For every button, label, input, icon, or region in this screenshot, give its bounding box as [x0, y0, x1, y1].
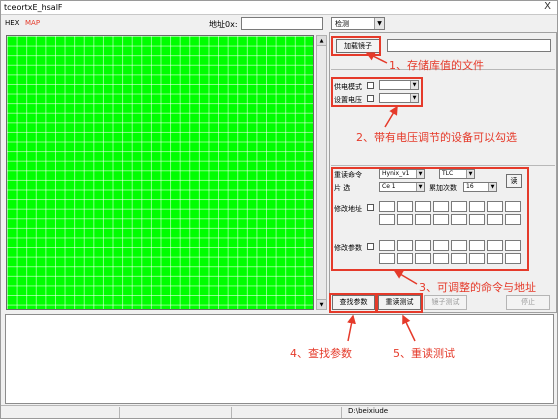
annotation-note-5: 5、重读测试: [393, 347, 455, 360]
annotation-note-1: 1、存储库值的文件: [389, 59, 484, 72]
status-divider: [119, 407, 120, 418]
modify-address-checkbox[interactable]: [367, 204, 374, 211]
modify-param-checkbox[interactable]: [367, 243, 374, 250]
accumulate-count-select[interactable]: 16 ▼: [463, 182, 497, 192]
modify-address-byte-input[interactable]: [397, 201, 413, 212]
modify-address-byte-input[interactable]: [505, 201, 521, 212]
block-map-grid[interactable]: [6, 35, 314, 310]
hex-mode-label[interactable]: HEX: [5, 19, 19, 27]
address-label: 地址0x:: [209, 20, 238, 29]
set-voltage-label: 设置电压: [334, 96, 362, 104]
modify-address-byte-input[interactable]: [379, 201, 395, 212]
app-window: tceortxE_hsalF X HEX MAP 地址0x: 检测 ▼ ▲ ▼ …: [0, 0, 558, 419]
supply-mode-label: 供电模式: [334, 83, 362, 91]
scroll-down-icon[interactable]: ▼: [317, 299, 326, 309]
modify-param-byte-input[interactable]: [469, 253, 485, 264]
reread-command-select[interactable]: Hynix_v1 ▼: [379, 169, 425, 179]
chip-select[interactable]: Ce 1 ▼: [379, 182, 425, 192]
load-mirror-button[interactable]: 加载镜子: [336, 39, 380, 53]
set-voltage-checkbox[interactable]: [367, 95, 374, 102]
modify-param-byte-input[interactable]: [505, 253, 521, 264]
modify-address-byte-input[interactable]: [451, 214, 467, 225]
detect-select-value: 检测: [335, 20, 349, 28]
find-param-button[interactable]: 查找参数: [332, 295, 375, 310]
modify-param-byte-input[interactable]: [505, 240, 521, 251]
title-bar: tceortxE_hsalF X: [1, 1, 557, 15]
address-input[interactable]: [241, 17, 323, 30]
chevron-down-icon[interactable]: ▼: [374, 18, 384, 29]
reread-command-value: Hynix_v1: [382, 170, 410, 177]
modify-address-byte-input[interactable]: [505, 214, 521, 225]
reread-test-button[interactable]: 重读测试: [378, 295, 421, 310]
load-path-input[interactable]: [387, 39, 551, 52]
chevron-down-icon[interactable]: ▼: [416, 170, 424, 178]
reread-command-label: 重读命令: [334, 171, 362, 179]
modify-address-byte-input[interactable]: [415, 214, 431, 225]
chip-select-label: 片 选: [334, 184, 351, 192]
stop-button[interactable]: 停止: [506, 295, 550, 310]
chevron-down-icon[interactable]: ▼: [416, 183, 424, 191]
scroll-up-icon[interactable]: ▲: [317, 36, 326, 46]
modify-param-byte-input[interactable]: [397, 240, 413, 251]
read-button[interactable]: 读: [506, 174, 522, 188]
chevron-down-icon[interactable]: ▼: [410, 94, 418, 102]
cell-type-value: TLC: [442, 170, 454, 177]
modify-param-byte-input[interactable]: [469, 240, 485, 251]
modify-address-byte-input[interactable]: [469, 214, 485, 225]
accumulate-count-label: 累加次数: [429, 184, 457, 192]
annotation-note-4: 4、查找参数: [290, 347, 352, 360]
modify-param-byte-input[interactable]: [379, 240, 395, 251]
chevron-down-icon[interactable]: ▼: [410, 81, 418, 89]
supply-mode-checkbox[interactable]: [367, 82, 374, 89]
modify-param-byte-input[interactable]: [379, 253, 395, 264]
cell-type-select[interactable]: TLC ▼: [439, 169, 475, 179]
map-mode-label[interactable]: MAP: [25, 19, 40, 27]
mirror-test-button[interactable]: 镜子测试: [424, 295, 467, 310]
supply-mode-select[interactable]: ▼: [379, 80, 419, 90]
modify-address-byte-input[interactable]: [451, 201, 467, 212]
status-path: D:\beixiude: [348, 407, 389, 415]
window-title: tceortxE_hsalF: [4, 3, 63, 12]
modify-address-label: 修改地址: [334, 205, 362, 213]
close-icon[interactable]: X: [544, 1, 551, 12]
modify-address-byte-input[interactable]: [379, 214, 395, 225]
modify-address-byte-input[interactable]: [433, 201, 449, 212]
modify-param-byte-input[interactable]: [451, 240, 467, 251]
annotation-note-3: 3、可调整的命令与地址: [419, 281, 536, 294]
modify-address-byte-input[interactable]: [433, 214, 449, 225]
set-voltage-select[interactable]: ▼: [379, 93, 419, 103]
modify-param-byte-input[interactable]: [451, 253, 467, 264]
modify-param-byte-input[interactable]: [433, 253, 449, 264]
modify-param-byte-input[interactable]: [397, 253, 413, 264]
separator: [331, 165, 555, 166]
status-divider: [231, 407, 232, 418]
vertical-scrollbar[interactable]: ▲ ▼: [316, 35, 327, 310]
modify-address-byte-input[interactable]: [397, 214, 413, 225]
toolbar: HEX MAP 地址0x: 检测 ▼: [1, 16, 557, 33]
status-bar: D:\beixiude: [1, 405, 557, 418]
modify-param-byte-input[interactable]: [433, 240, 449, 251]
chevron-down-icon[interactable]: ▼: [466, 170, 474, 178]
log-output-area[interactable]: [5, 314, 554, 404]
modify-address-byte-input[interactable]: [469, 201, 485, 212]
modify-param-byte-input[interactable]: [487, 253, 503, 264]
annotation-note-2: 2、带有电压调节的设备可以勾选: [356, 131, 517, 144]
chip-select-value: Ce 1: [382, 183, 396, 190]
modify-address-byte-input[interactable]: [487, 201, 503, 212]
modify-param-byte-input[interactable]: [415, 253, 431, 264]
modify-param-label: 修改参数: [334, 244, 362, 252]
accumulate-count-value: 16: [466, 183, 474, 190]
detect-select[interactable]: 检测 ▼: [331, 17, 385, 30]
modify-param-byte-input[interactable]: [415, 240, 431, 251]
chevron-down-icon[interactable]: ▼: [488, 183, 496, 191]
modify-address-byte-input[interactable]: [415, 201, 431, 212]
status-divider: [341, 407, 342, 418]
modify-param-byte-input[interactable]: [487, 240, 503, 251]
modify-address-byte-input[interactable]: [487, 214, 503, 225]
